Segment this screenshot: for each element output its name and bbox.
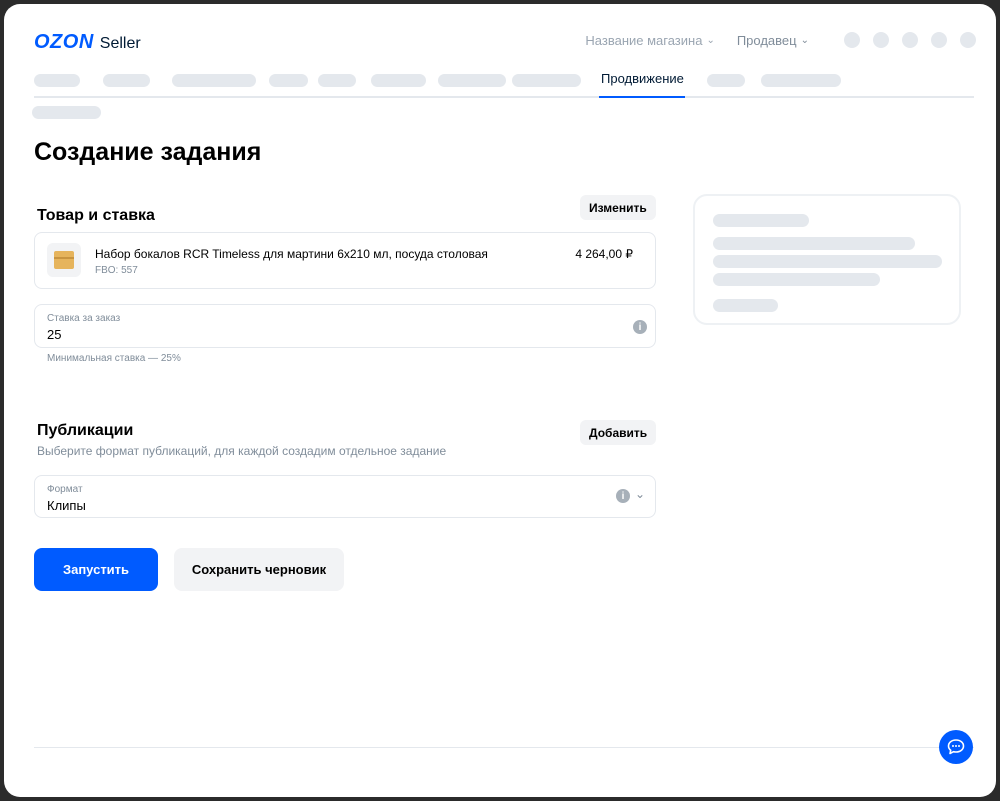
chevron-down-icon[interactable]: ⌄ (635, 487, 645, 501)
product-card[interactable]: Набор бокалов RCR Timeless для мартини 6… (34, 232, 656, 289)
skeleton-line (713, 299, 778, 312)
skeleton-line (713, 237, 915, 250)
nav-item-placeholder[interactable] (34, 74, 80, 87)
store-name: Название магазина (585, 32, 703, 48)
product-price: 4 264,00 ₽ (575, 247, 633, 261)
add-publication-button[interactable]: Добавить (580, 420, 657, 445)
chevron-down-icon: ⌄ (706, 34, 715, 46)
save-draft-button[interactable]: Сохранить черновик (174, 548, 344, 591)
logo-brand: OZON (34, 31, 94, 53)
skeleton-line (713, 273, 880, 286)
logo-product: Seller (99, 35, 141, 52)
nav-item-placeholder[interactable] (512, 74, 581, 87)
nav-item-placeholder[interactable] (269, 74, 308, 87)
nav-item-placeholder[interactable] (318, 74, 356, 87)
bid-field-value: 25 (47, 327, 62, 342)
header-icon-placeholder[interactable] (873, 32, 889, 48)
format-field-label: Формат (47, 484, 83, 495)
nav-item-placeholder[interactable] (371, 74, 426, 87)
product-sku: FBO: 557 (95, 265, 138, 276)
side-summary-card (693, 194, 961, 325)
ozon-seller-logo[interactable]: OZON Seller (34, 31, 141, 54)
bid-hint: Минимальная ставка — 25% (47, 353, 181, 364)
chat-icon (947, 739, 965, 755)
nav-item-placeholder[interactable] (172, 74, 256, 87)
bid-field-label: Ставка за заказ (47, 313, 121, 324)
product-name: Набор бокалов RCR Timeless для мартини 6… (95, 247, 488, 261)
info-icon[interactable]: i (633, 320, 647, 334)
header-icon-placeholder[interactable] (902, 32, 918, 48)
nav-item-promotion[interactable]: Продвижение (601, 71, 684, 86)
skeleton-line (713, 255, 942, 268)
info-icon[interactable]: i (616, 489, 630, 503)
header-controls: Название магазина ⌄ Продавец ⌄ (585, 32, 976, 48)
active-tab-indicator (599, 96, 685, 98)
header-icon-placeholder[interactable] (844, 32, 860, 48)
change-product-button[interactable]: Изменить (580, 195, 656, 220)
chat-button[interactable] (939, 730, 973, 764)
nav-item-placeholder[interactable] (707, 74, 745, 87)
header-icon-placeholder[interactable] (931, 32, 947, 48)
main-nav: Продвижение (34, 70, 974, 98)
publications-subtitle: Выберите формат публикаций, для каждой с… (37, 444, 447, 458)
bid-field[interactable]: Ставка за заказ 25 i (34, 304, 656, 348)
nav-item-placeholder[interactable] (103, 74, 150, 87)
launch-button[interactable]: Запустить (34, 548, 158, 591)
skeleton-line (713, 214, 809, 227)
publications-section-title: Публикации (37, 422, 134, 439)
nav-item-placeholder[interactable] (761, 74, 841, 87)
product-section-title: Товар и ставка (37, 207, 155, 224)
seller-name: Продавец (736, 32, 797, 48)
app-window: OZON Seller Название магазина ⌄ Продавец… (4, 4, 996, 797)
footer-divider (34, 747, 974, 748)
seller-selector[interactable]: Продавец ⌄ (737, 33, 809, 48)
page-title: Создание задания (34, 138, 262, 166)
breadcrumb-placeholder[interactable] (32, 106, 101, 119)
nav-item-placeholder[interactable] (438, 74, 506, 87)
header-icon-placeholder[interactable] (960, 32, 976, 48)
store-selector[interactable]: Название магазина ⌄ (585, 33, 714, 48)
chevron-down-icon: ⌄ (800, 34, 809, 46)
format-field-value: Клипы (47, 498, 86, 513)
product-image (47, 243, 81, 277)
package-icon (54, 251, 74, 269)
format-select[interactable]: Формат Клипы i ⌄ (34, 475, 656, 518)
